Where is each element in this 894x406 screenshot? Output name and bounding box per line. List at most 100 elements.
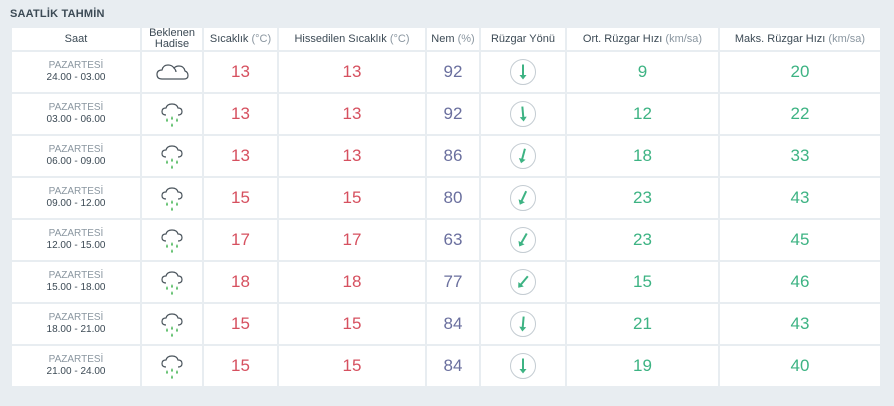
day-label: PAZARTESİ: [48, 312, 104, 323]
time-cell: PAZARTESİ 09.00 - 12.00: [12, 178, 140, 218]
humidity-value: 77: [427, 262, 479, 302]
wind-direction-arrow-icon: [510, 311, 536, 337]
raindrop: [171, 291, 173, 295]
col-header-avg-wind: Ort. Rüzgar Hızı (km/sa): [567, 28, 718, 50]
feels-like-value: 15: [279, 178, 425, 218]
raindrop: [166, 160, 168, 164]
avg-wind-speed-value: 19: [567, 346, 718, 386]
humidity-value: 92: [427, 52, 479, 92]
avg-wind-speed-value: 21: [567, 304, 718, 344]
hourly-forecast-table: Saat Beklenen Hadise Sıcaklık (°C) Hisse…: [10, 26, 882, 388]
time-cell: PAZARTESİ 12.00 - 15.00: [12, 220, 140, 260]
table-body: PAZARTESİ 24.00 - 03.00 13 13 92 9 20 PA…: [12, 52, 880, 386]
max-wind-speed-value: 40: [720, 346, 880, 386]
wind-direction-arrow-icon: [510, 353, 536, 379]
raindrop: [171, 333, 173, 337]
temperature-value: 13: [204, 52, 277, 92]
col-label: Rüzgar Yönü: [490, 32, 555, 45]
table-row: PAZARTESİ 21.00 - 24.00 15 15 84 19 40: [12, 346, 880, 386]
wind-direction-arrow-icon: [510, 185, 536, 211]
col-header-temperature: Sıcaklık (°C): [204, 28, 277, 50]
raindrop: [176, 370, 178, 374]
hour-range: 09.00 - 12.00: [46, 198, 106, 209]
day-label: PAZARTESİ: [48, 144, 104, 155]
feels-like-value: 17: [279, 220, 425, 260]
raindrop: [176, 118, 178, 122]
day-label: PAZARTESİ: [48, 228, 104, 239]
raindrop: [171, 284, 173, 288]
table-row: PAZARTESİ 24.00 - 03.00 13 13 92 9 20: [12, 52, 880, 92]
col-unit: (°C): [389, 32, 410, 45]
feels-like-value: 13: [279, 52, 425, 92]
max-wind-speed-value: 46: [720, 262, 880, 302]
col-header-feels-like: Hissedilen Sıcaklık (°C): [279, 28, 425, 50]
hour-range: 24.00 - 03.00: [46, 72, 106, 83]
col-label: Maks. Rüzgar Hızı: [734, 32, 826, 45]
weather-event-cell: [142, 52, 202, 92]
time-cell: PAZARTESİ 06.00 - 09.00: [12, 136, 140, 176]
hour-range: 21.00 - 24.00: [46, 366, 106, 377]
wind-direction-cell: [481, 346, 565, 386]
temperature-value: 18: [204, 262, 277, 302]
temperature-value: 13: [204, 136, 277, 176]
raindrop: [171, 200, 173, 204]
col-header-expected-event: Beklenen Hadise: [142, 28, 202, 50]
col-header-max-wind: Maks. Rüzgar Hızı (km/sa): [720, 28, 880, 50]
rain-cloud-icon: [161, 313, 183, 337]
avg-wind-speed-value: 9: [567, 52, 718, 92]
max-wind-speed-value: 33: [720, 136, 880, 176]
hour-range: 03.00 - 06.00: [46, 114, 106, 125]
wind-direction-arrow-icon: [510, 143, 536, 169]
avg-wind-speed-value: 12: [567, 94, 718, 134]
max-wind-speed-value: 45: [720, 220, 880, 260]
avg-wind-speed-value: 23: [567, 178, 718, 218]
table-row: PAZARTESİ 03.00 - 06.00 13 13 92 12 22: [12, 94, 880, 134]
feels-like-value: 15: [279, 346, 425, 386]
temperature-value: 15: [204, 346, 277, 386]
weather-event-cell: [142, 304, 202, 344]
raindrop: [176, 160, 178, 164]
table-row: PAZARTESİ 06.00 - 09.00 13 13 86 18 33: [12, 136, 880, 176]
temperature-value: 17: [204, 220, 277, 260]
table-row: PAZARTESİ 09.00 - 12.00 15 15 80 23 43: [12, 178, 880, 218]
raindrop: [166, 118, 168, 122]
avg-wind-speed-value: 23: [567, 220, 718, 260]
raindrop: [171, 123, 173, 127]
max-wind-speed-value: 22: [720, 94, 880, 134]
col-unit: (km/sa): [665, 32, 703, 45]
table-header-row: Saat Beklenen Hadise Sıcaklık (°C) Hisse…: [12, 28, 880, 50]
raindrop: [176, 328, 178, 332]
wind-direction-cell: [481, 178, 565, 218]
rain-cloud-icon: [161, 145, 183, 169]
raindrop: [171, 249, 173, 253]
wind-direction-arrow-icon: [510, 59, 536, 85]
humidity-value: 80: [427, 178, 479, 218]
wind-direction-cell: [481, 304, 565, 344]
hour-range: 18.00 - 21.00: [46, 324, 106, 335]
col-unit: (km/sa): [828, 32, 866, 45]
max-wind-speed-value: 43: [720, 304, 880, 344]
day-label: PAZARTESİ: [48, 186, 104, 197]
raindrop: [171, 165, 173, 169]
col-label: Saat: [64, 32, 88, 45]
col-header-wind-direction: Rüzgar Yönü: [481, 28, 565, 50]
hour-range: 12.00 - 15.00: [46, 240, 106, 251]
weather-event-cell: [142, 94, 202, 134]
col-label: Sıcaklık: [209, 32, 249, 45]
rain-cloud-icon: [161, 229, 183, 253]
raindrop: [176, 244, 178, 248]
raindrop: [171, 242, 173, 246]
humidity-value: 84: [427, 346, 479, 386]
day-label: PAZARTESİ: [48, 102, 104, 113]
raindrop: [166, 328, 168, 332]
avg-wind-speed-value: 18: [567, 136, 718, 176]
rain-cloud-icon: [161, 271, 183, 295]
weather-event-cell: [142, 178, 202, 218]
humidity-value: 92: [427, 94, 479, 134]
feels-like-value: 13: [279, 136, 425, 176]
hour-range: 15.00 - 18.00: [46, 282, 106, 293]
raindrop: [171, 368, 173, 372]
col-label: Nem: [431, 32, 455, 45]
time-cell: PAZARTESİ 15.00 - 18.00: [12, 262, 140, 302]
temperature-value: 15: [204, 304, 277, 344]
